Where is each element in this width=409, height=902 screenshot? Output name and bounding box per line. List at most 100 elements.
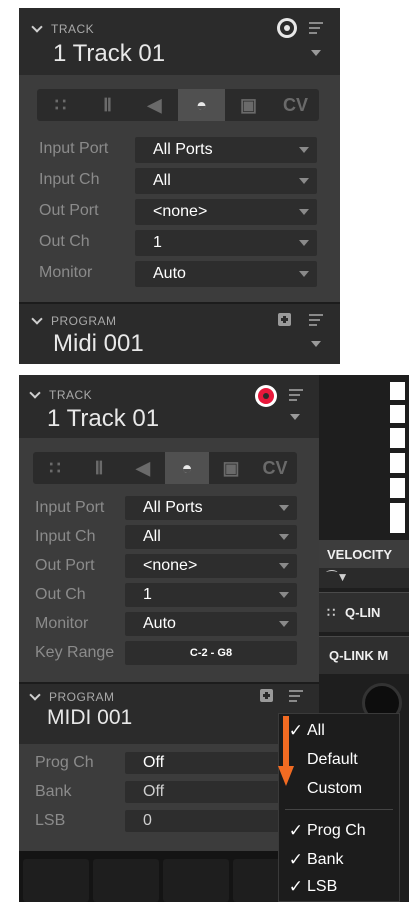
out-ch-row: Out Ch 1 — [19, 230, 340, 256]
program-name[interactable]: MIDI 001 — [47, 706, 132, 730]
program-select-dropdown-icon[interactable] — [311, 341, 321, 347]
track-type-tabbar: ∷ Ⅱ ◀ ◓ ▣ CV — [33, 452, 297, 484]
pad[interactable] — [93, 859, 159, 902]
monitor-row: Monitor Auto — [19, 612, 319, 636]
tab-plugin[interactable]: ▣ — [209, 452, 253, 484]
plug-icon: ◀ — [136, 457, 150, 478]
input-port-select[interactable]: All Ports — [125, 496, 297, 520]
monitor-select[interactable]: Auto — [125, 612, 297, 636]
monitor-select[interactable]: Auto — [135, 261, 317, 287]
qlink-mode-button[interactable]: Q-LINK M — [319, 636, 409, 674]
lsb-row: LSB 0 — [19, 810, 319, 832]
tab-plugin[interactable]: ▣ — [225, 89, 272, 121]
tab-cv[interactable]: CV — [253, 452, 297, 484]
plug-icon: ◀ — [147, 94, 162, 115]
track-section-label: TRACK — [49, 388, 93, 402]
input-ch-select[interactable]: All — [125, 525, 297, 549]
pad[interactable] — [23, 859, 89, 902]
program-section-label: PROGRAM — [51, 314, 117, 328]
track-settings-body: ∷ Ⅱ ◀ ◓ ▣ CV Input Port All Ports Input … — [19, 75, 340, 302]
track-name[interactable]: 1 Track 01 — [47, 405, 159, 433]
program-name[interactable]: Midi 001 — [53, 330, 144, 358]
program-header: PROGRAM MIDI 001 — [19, 684, 319, 744]
hamburger-menu-icon[interactable] — [289, 389, 303, 401]
chevron-down-icon — [299, 178, 309, 184]
menu-item-default[interactable]: Default — [279, 747, 399, 773]
track-header: TRACK 1 Track 01 — [19, 8, 340, 75]
plugin-icon: ▣ — [239, 94, 257, 115]
tab-cv[interactable]: CV — [272, 89, 319, 121]
out-ch-select[interactable]: 1 — [125, 583, 297, 607]
track-header: TRACK 1 Track 01 — [19, 375, 319, 438]
monitor-row: Monitor Auto — [19, 261, 340, 287]
track-select-dropdown-icon[interactable] — [290, 414, 300, 420]
chevron-down-icon — [31, 21, 43, 33]
midi-icon: ◓ — [181, 457, 193, 478]
tab-keys[interactable]: Ⅱ — [84, 89, 131, 121]
bank-row: Bank Off — [19, 781, 319, 803]
plus-icon[interactable] — [278, 313, 291, 326]
out-port-select[interactable]: <none> — [135, 199, 317, 225]
tab-midi[interactable]: ◓ — [178, 89, 225, 121]
track-name[interactable]: 1 Track 01 — [53, 40, 165, 68]
prog-ch-row: Prog Ch Off — [19, 752, 319, 774]
track-select-dropdown-icon[interactable] — [311, 50, 321, 56]
lsb-field[interactable]: 0 — [125, 810, 297, 832]
chevron-down-icon — [279, 621, 289, 627]
qlink-tab[interactable]: ∷ Q-LIN — [319, 592, 409, 632]
track-inspector-panel-top: TRACK 1 Track 01 ∷ Ⅱ ◀ ◓ ▣ CV Input Port… — [19, 8, 340, 364]
program-section-toggle[interactable]: PROGRAM — [31, 313, 117, 328]
prog-ch-field[interactable]: Off — [125, 752, 297, 774]
key-range-row: Key Range C-2 - G8 — [19, 641, 319, 665]
track-type-tabbar: ∷ Ⅱ ◀ ◓ ▣ CV — [37, 89, 319, 121]
track-section-toggle[interactable]: TRACK — [29, 387, 93, 402]
checkmark-icon: ✓ — [288, 821, 303, 840]
checkmark-icon: ✓ — [288, 850, 303, 869]
chevron-down-icon — [279, 563, 289, 569]
record-arm-button[interactable] — [277, 18, 297, 38]
out-ch-select[interactable]: 1 — [135, 230, 317, 256]
key-range-field[interactable]: C-2 - G8 — [125, 641, 297, 665]
hamburger-menu-icon[interactable] — [309, 314, 323, 326]
program-header: PROGRAM Midi 001 — [19, 304, 340, 364]
program-section-toggle[interactable]: PROGRAM — [29, 689, 115, 704]
program-fields-dropdown-menu: ✓ All Default Custom ✓ Prog Ch ✓ Bank ✓ LSB — [278, 713, 400, 902]
tab-midi[interactable]: ◓ — [165, 452, 209, 484]
tab-audio[interactable]: ◀ — [131, 89, 178, 121]
tab-pads[interactable]: ∷ — [37, 89, 84, 121]
tab-keys[interactable]: Ⅱ — [77, 452, 121, 484]
menu-item-all[interactable]: ✓ All — [279, 718, 399, 744]
hamburger-menu-icon[interactable] — [309, 22, 323, 34]
chevron-down-icon — [29, 387, 41, 399]
input-ch-select[interactable]: All — [135, 168, 317, 194]
input-ch-row: Input Ch All — [19, 168, 340, 194]
pad[interactable] — [163, 859, 229, 902]
bank-field[interactable]: Off — [125, 781, 297, 803]
velocity-lane-options[interactable]: ⁀▼ — [319, 568, 409, 588]
track-settings-body: ∷ Ⅱ ◀ ◓ ▣ CV Input Port All Ports Input … — [19, 438, 319, 682]
program-section-label: PROGRAM — [49, 690, 115, 704]
keyboard-icon: Ⅱ — [103, 94, 112, 115]
plus-icon[interactable] — [260, 689, 273, 702]
out-port-select[interactable]: <none> — [125, 554, 297, 578]
checkmark-icon: ✓ — [288, 877, 303, 896]
chevron-down-icon — [299, 271, 309, 277]
pad-strip — [19, 851, 319, 902]
track-section-label: TRACK — [51, 22, 95, 36]
plugin-icon: ▣ — [222, 457, 240, 478]
menu-item-bank[interactable]: ✓ Bank — [279, 847, 399, 873]
chevron-down-icon — [299, 209, 309, 215]
menu-item-custom[interactable]: Custom — [279, 776, 399, 802]
qlink-icon: ∷ — [327, 605, 336, 620]
hamburger-menu-icon[interactable] — [289, 690, 303, 702]
menu-item-prog-ch[interactable]: ✓ Prog Ch — [279, 818, 399, 844]
chevron-down-icon — [279, 505, 289, 511]
input-port-select[interactable]: All Ports — [135, 137, 317, 163]
tab-pads[interactable]: ∷ — [33, 452, 77, 484]
menu-item-lsb[interactable]: ✓ LSB — [279, 874, 399, 900]
track-inspector-panel-bottom: TRACK 1 Track 01 ∷ Ⅱ ◀ ◓ ▣ CV Input Port… — [19, 375, 319, 851]
velocity-lane-header[interactable]: VELOCITY — [319, 540, 409, 568]
record-arm-button[interactable] — [255, 385, 277, 407]
tab-audio[interactable]: ◀ — [121, 452, 165, 484]
track-section-toggle[interactable]: TRACK — [31, 21, 95, 36]
